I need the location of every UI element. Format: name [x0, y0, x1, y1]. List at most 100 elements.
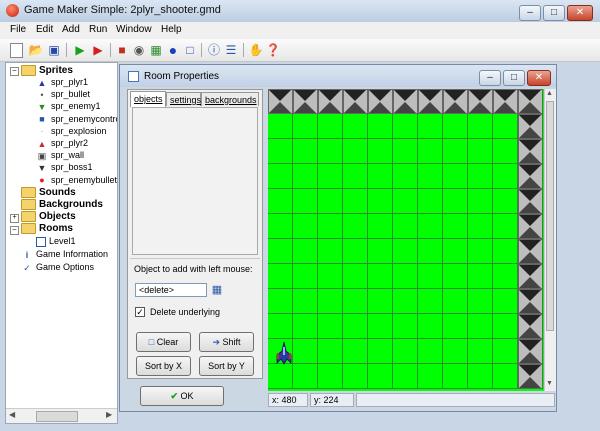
- grid-cell[interactable]: [293, 264, 318, 289]
- grid-cell[interactable]: [493, 314, 518, 339]
- grid-cell[interactable]: [468, 314, 493, 339]
- grid-cell[interactable]: [468, 339, 493, 364]
- tree-folder-backgrounds[interactable]: Backgrounds: [21, 199, 103, 211]
- delete-underlying-checkbox[interactable]: ✓: [135, 307, 145, 317]
- grid-cell[interactable]: [368, 289, 393, 314]
- tree-item-sprite[interactable]: ▲ spr_plyr1: [36, 77, 88, 88]
- wall-tile[interactable]: [518, 264, 543, 289]
- wall-tile[interactable]: [418, 89, 443, 114]
- grid-cell[interactable]: [418, 364, 443, 389]
- grid-cell[interactable]: [468, 289, 493, 314]
- grid-cell[interactable]: [443, 214, 468, 239]
- grid-cell[interactable]: [368, 214, 393, 239]
- grid-cell[interactable]: [318, 114, 343, 139]
- wall-tile[interactable]: [518, 289, 543, 314]
- grid-cell[interactable]: [343, 164, 368, 189]
- grid-cell[interactable]: [343, 114, 368, 139]
- grid-cell[interactable]: [443, 139, 468, 164]
- wall-tile[interactable]: [393, 89, 418, 114]
- grid-cell[interactable]: [268, 289, 293, 314]
- grid-cell[interactable]: [393, 264, 418, 289]
- wall-tile[interactable]: [268, 89, 293, 114]
- grid-cell[interactable]: [268, 189, 293, 214]
- tree-item-sprite[interactable]: • spr_bullet: [36, 89, 90, 100]
- grid-cell[interactable]: [393, 364, 418, 389]
- tree-item-sprite[interactable]: ▲ spr_plyr2: [36, 138, 88, 149]
- tree-item-sprite[interactable]: ■ spr_enemycontro: [36, 114, 117, 125]
- grid-cell[interactable]: [343, 364, 368, 389]
- grid-cell[interactable]: [393, 239, 418, 264]
- grid-cell[interactable]: [393, 139, 418, 164]
- close-button[interactable]: ✕: [567, 5, 593, 21]
- wall-tile[interactable]: [318, 89, 343, 114]
- grid-cell[interactable]: [493, 189, 518, 214]
- grid-cell[interactable]: [368, 339, 393, 364]
- grid-cell[interactable]: [368, 164, 393, 189]
- grid-cell[interactable]: [468, 264, 493, 289]
- grid-cell[interactable]: [493, 364, 518, 389]
- tree-horizontal-scrollbar[interactable]: ◀ ▶: [6, 408, 117, 423]
- grid-cell[interactable]: [493, 289, 518, 314]
- wall-tile[interactable]: [518, 314, 543, 339]
- grid-cell[interactable]: [443, 264, 468, 289]
- grid-cell[interactable]: [293, 314, 318, 339]
- grid-cell[interactable]: [293, 239, 318, 264]
- grid-cell[interactable]: [443, 164, 468, 189]
- grid-cell[interactable]: [293, 339, 318, 364]
- grid-cell[interactable]: [493, 139, 518, 164]
- grid-cell[interactable]: [468, 139, 493, 164]
- create-room-icon[interactable]: □: [182, 42, 198, 58]
- grid-cell[interactable]: [393, 289, 418, 314]
- shift-button[interactable]: ➔ Shift: [199, 332, 254, 352]
- grid-cell[interactable]: [468, 164, 493, 189]
- grid-cell[interactable]: [468, 364, 493, 389]
- grid-cell[interactable]: [418, 264, 443, 289]
- grid-cell[interactable]: [443, 364, 468, 389]
- wall-tile[interactable]: [518, 189, 543, 214]
- grid-cell[interactable]: [268, 239, 293, 264]
- wall-tile[interactable]: [468, 89, 493, 114]
- grid-cell[interactable]: [418, 339, 443, 364]
- grid-cell[interactable]: [493, 114, 518, 139]
- wall-tile[interactable]: [518, 214, 543, 239]
- grid-cell[interactable]: [468, 189, 493, 214]
- grid-cell[interactable]: [268, 314, 293, 339]
- run-icon[interactable]: ▶: [72, 42, 88, 58]
- tree-item-sprite[interactable]: · spr_explosion: [36, 126, 107, 137]
- create-sound-icon[interactable]: ◉: [131, 42, 147, 58]
- grid-cell[interactable]: [293, 189, 318, 214]
- object-list[interactable]: [132, 107, 258, 255]
- grid-cell[interactable]: [318, 214, 343, 239]
- grid-cell[interactable]: [418, 189, 443, 214]
- grid-cell[interactable]: [368, 314, 393, 339]
- grid-cell[interactable]: [293, 289, 318, 314]
- wall-tile[interactable]: [368, 89, 393, 114]
- expand-rooms[interactable]: –: [10, 226, 19, 235]
- grid-cell[interactable]: [443, 239, 468, 264]
- menu-help[interactable]: Help: [161, 24, 182, 35]
- grid-cell[interactable]: [368, 364, 393, 389]
- grid-cell[interactable]: [468, 114, 493, 139]
- new-icon[interactable]: [10, 43, 23, 58]
- grid-cell[interactable]: [418, 139, 443, 164]
- scroll-left-icon[interactable]: ◀: [9, 410, 15, 419]
- scroll-right-icon[interactable]: ▶: [106, 410, 112, 419]
- wall-tile[interactable]: [518, 164, 543, 189]
- menu-run[interactable]: Run: [89, 24, 107, 35]
- grid-cell[interactable]: [318, 364, 343, 389]
- object-select-field[interactable]: <delete>: [135, 283, 207, 297]
- run-debug-icon[interactable]: ▶: [90, 42, 106, 58]
- grid-cell[interactable]: [368, 264, 393, 289]
- wall-tile[interactable]: [518, 364, 543, 389]
- grid-cell[interactable]: [343, 264, 368, 289]
- grid-cell[interactable]: [318, 264, 343, 289]
- grid-cell[interactable]: [393, 189, 418, 214]
- grid-cell[interactable]: [493, 339, 518, 364]
- game-options-icon[interactable]: ☰: [223, 42, 239, 58]
- tab-objects[interactable]: objects: [130, 91, 166, 107]
- scroll-down-icon[interactable]: ▼: [546, 380, 553, 387]
- maximize-button[interactable]: □: [543, 5, 565, 21]
- grid-cell[interactable]: [443, 189, 468, 214]
- wall-tile[interactable]: [343, 89, 368, 114]
- grid-cell[interactable]: [468, 239, 493, 264]
